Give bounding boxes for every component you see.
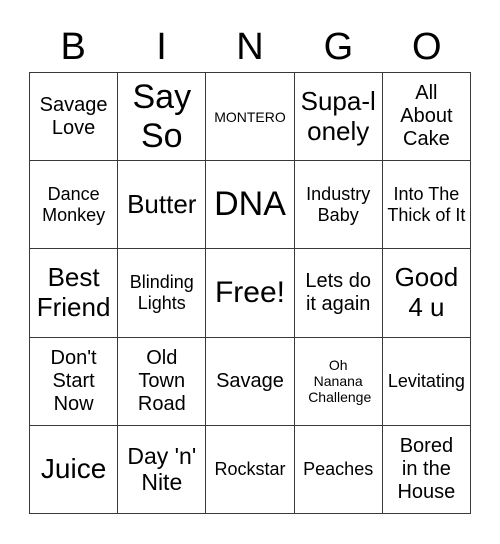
cell-text: Into The Thick of It — [387, 184, 466, 225]
bingo-cell[interactable]: Juice — [30, 425, 119, 514]
bingo-cell[interactable]: Good 4 u — [382, 249, 471, 338]
bingo-cell[interactable]: Bored in the House — [382, 425, 471, 514]
bingo-cell[interactable]: Savage Love — [30, 73, 119, 162]
cell-text: Peaches — [303, 459, 374, 480]
cell-text: Day 'n' Nite — [127, 442, 197, 496]
bingo-grid: Savage Love Say So MONTERO Supa-lonely A… — [29, 72, 471, 514]
bingo-cell[interactable]: All About Cake — [382, 73, 471, 162]
header-letter-o: O — [411, 26, 442, 68]
bingo-cell[interactable]: Into The Thick of It — [382, 161, 471, 250]
bingo-cell[interactable]: Blinding Lights — [118, 249, 207, 338]
cell-text: Blinding Lights — [129, 272, 194, 313]
cell-text: Don't Start Now — [50, 346, 97, 415]
cell-text: Levitating — [387, 370, 465, 391]
bingo-cell[interactable]: Rockstar — [206, 425, 295, 514]
cell-text: Dance Monkey — [42, 184, 106, 225]
bingo-cell[interactable]: Lets do it again — [294, 249, 383, 338]
bingo-cell[interactable]: Old Town Road — [118, 337, 207, 426]
bingo-cell[interactable]: Butter — [118, 161, 207, 250]
free-space-cell[interactable]: Free! — [206, 249, 295, 338]
bingo-cell[interactable]: Best Friend — [30, 249, 119, 338]
cell-text: Juice — [40, 453, 107, 485]
header-letter-g: G — [323, 26, 354, 68]
header-letter-i: I — [156, 26, 167, 68]
cell-text: Bored in the House — [397, 434, 456, 503]
cell-text: All About Cake — [400, 82, 453, 151]
cell-text: Best Friend — [36, 262, 111, 322]
bingo-cell[interactable]: DNA — [206, 161, 295, 250]
cell-text: Butter — [127, 188, 197, 219]
cell-text: Good 4 u — [394, 262, 459, 322]
bingo-cell[interactable]: Supa-lonely — [294, 73, 383, 162]
bingo-cell[interactable]: Levitating — [382, 337, 471, 426]
cell-text: Say So — [132, 77, 192, 155]
cell-text: DNA — [214, 185, 286, 224]
bingo-cell[interactable]: Day 'n' Nite — [118, 425, 207, 514]
bingo-cell[interactable]: Peaches — [294, 425, 383, 514]
bingo-header: B I N G O — [29, 22, 471, 72]
cell-text: Savage Love — [39, 93, 108, 139]
cell-text: Savage — [216, 369, 284, 392]
bingo-cell[interactable]: Dance Monkey — [30, 161, 119, 250]
bingo-cell[interactable]: Don't Start Now — [30, 337, 119, 426]
cell-text: Lets do it again — [305, 269, 371, 315]
header-letter-b: B — [60, 26, 86, 68]
cell-text: Oh Nanana Challenge — [308, 357, 372, 406]
bingo-cell[interactable]: Say So — [118, 73, 207, 162]
cell-text: MONTERO — [214, 108, 286, 125]
bingo-cell[interactable]: Savage — [206, 337, 295, 426]
cell-text: Rockstar — [214, 459, 286, 480]
bingo-cell[interactable]: MONTERO — [206, 73, 295, 162]
header-letter-n: N — [236, 26, 264, 68]
cell-text: Old Town Road — [137, 346, 186, 415]
bingo-cell[interactable]: Industry Baby — [294, 161, 383, 250]
cell-text: Industry Baby — [306, 184, 371, 225]
bingo-cell[interactable]: Oh Nanana Challenge — [294, 337, 383, 426]
cell-text: Supa-lonely — [300, 85, 376, 146]
free-space-text: Free! — [214, 275, 285, 309]
